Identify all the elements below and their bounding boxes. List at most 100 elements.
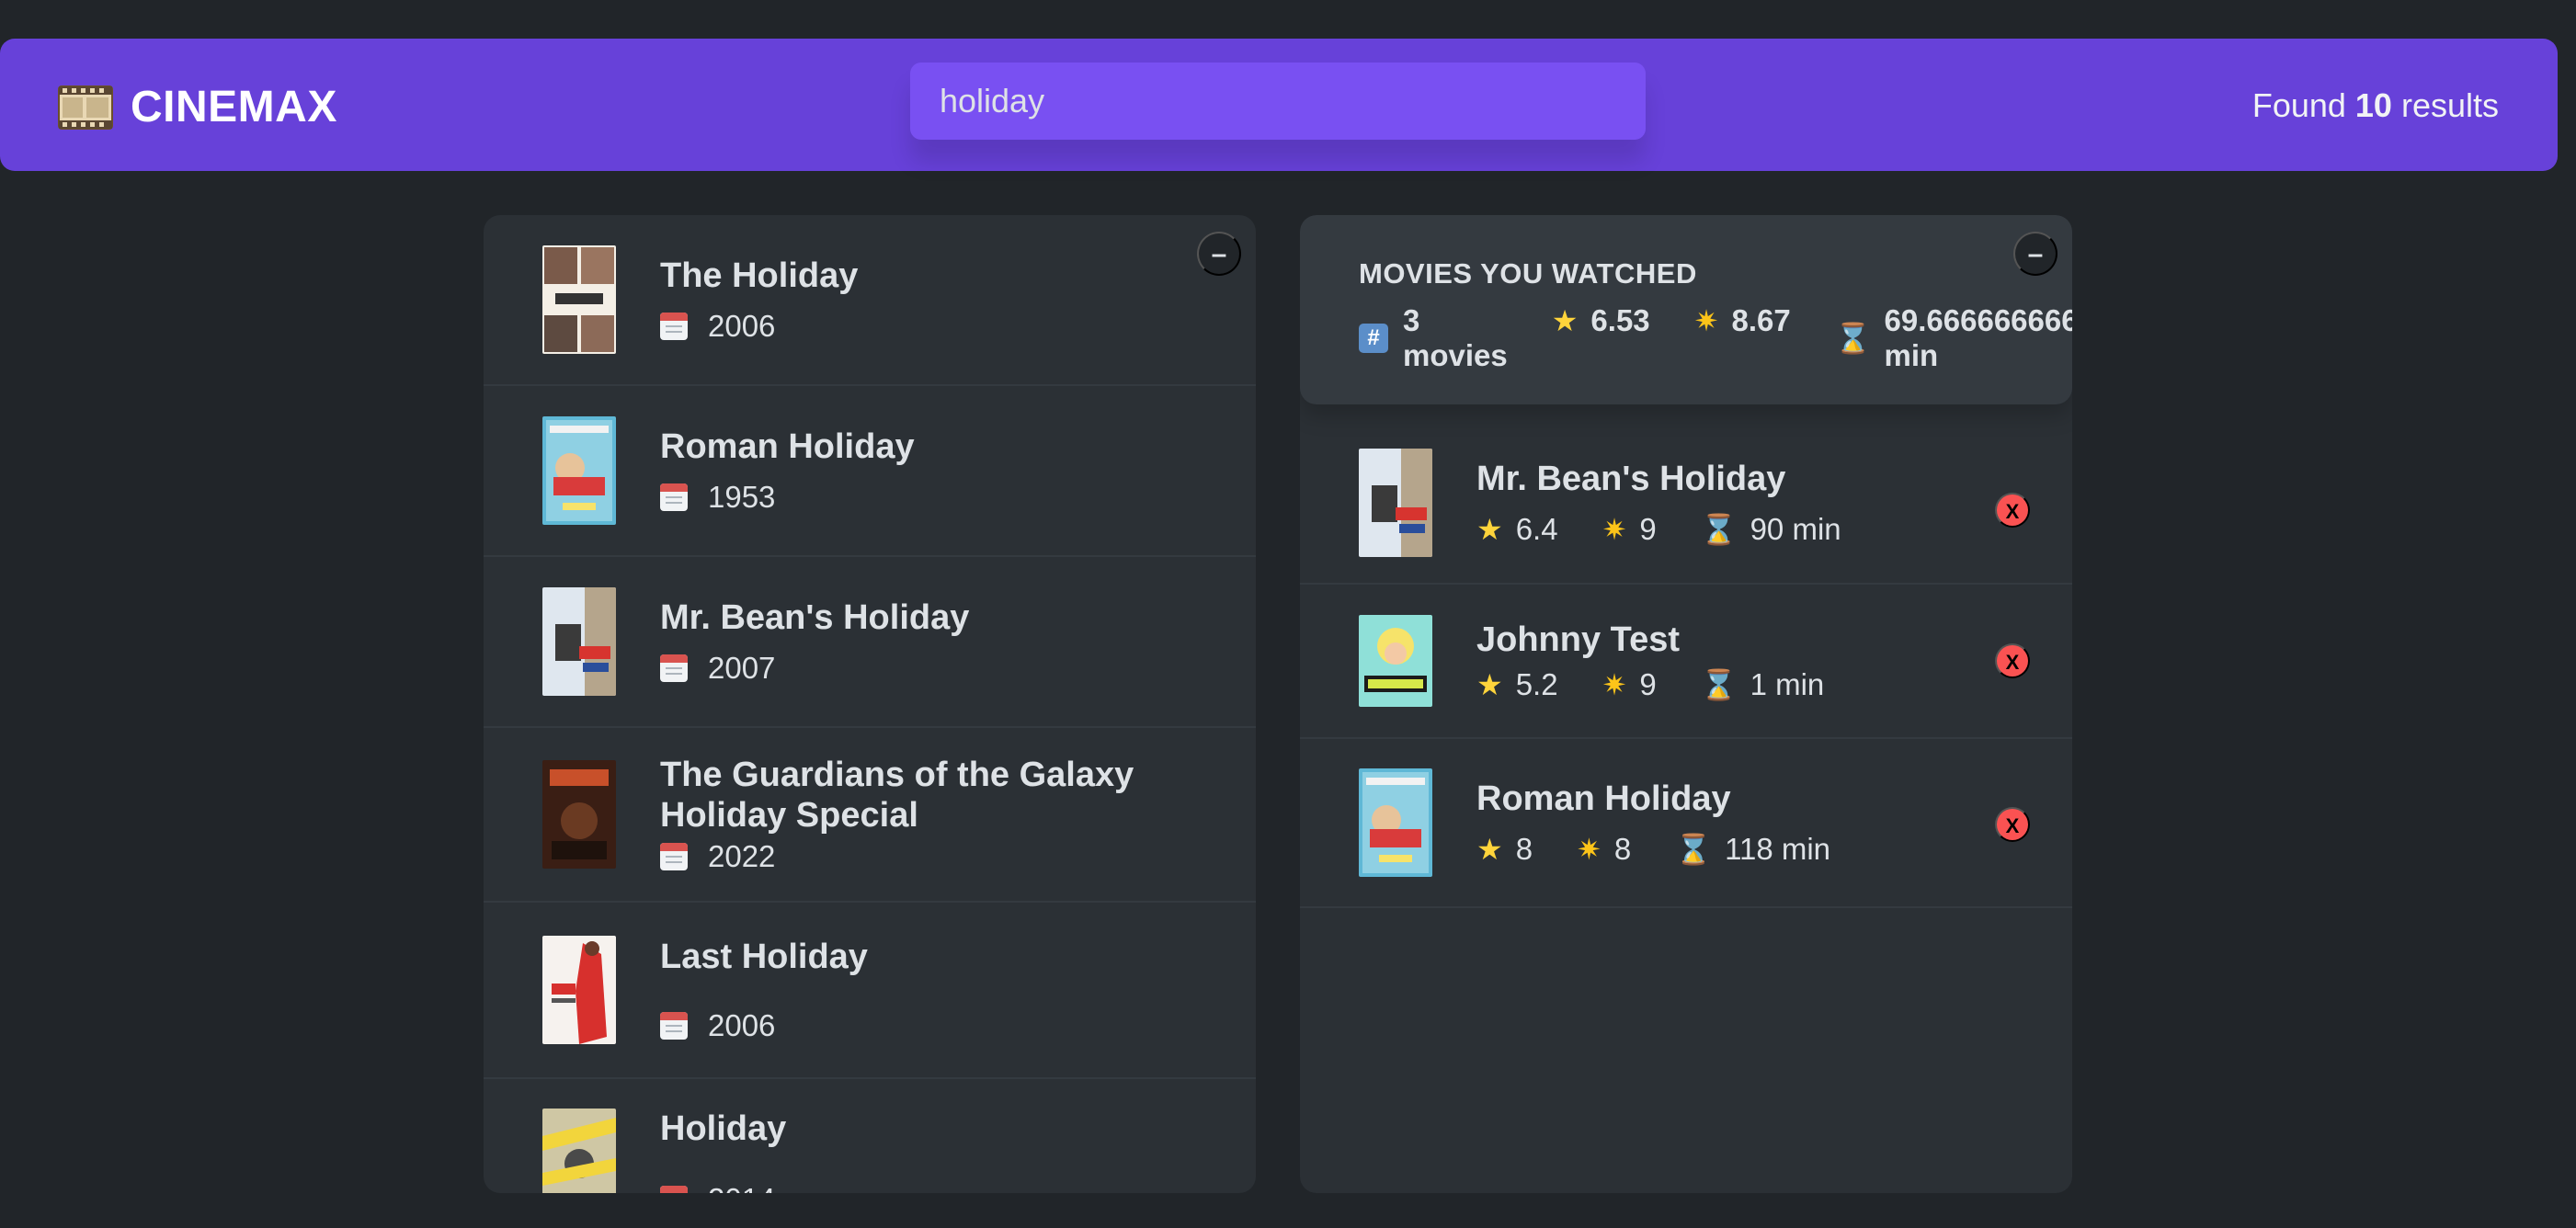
movie-poster bbox=[542, 587, 616, 696]
star-icon: ★ bbox=[1551, 304, 1579, 337]
list-item[interactable]: Holiday 2014 bbox=[484, 1079, 1256, 1193]
runtime: 118 min bbox=[1725, 832, 1831, 866]
movie-meta: 2022 bbox=[660, 839, 1197, 874]
search-results-box: – The Holiday 2006 Roman Holiday 1953 Mr… bbox=[484, 215, 1256, 1193]
movie-meta: 2006 bbox=[660, 309, 858, 344]
calendar-icon bbox=[660, 1186, 688, 1193]
results-suffix: results bbox=[2391, 86, 2499, 124]
user-rating: 8 bbox=[1613, 832, 1632, 866]
delete-watched-button[interactable]: X bbox=[1995, 643, 2030, 678]
imdb-rating: 8 bbox=[1515, 832, 1533, 866]
summary-avg-runtime-value: 69.66666666666667 bbox=[1884, 303, 2072, 337]
movie-title: Roman Holiday bbox=[660, 427, 915, 466]
calendar-icon bbox=[660, 654, 688, 682]
movie-meta: ★ 5.2 ✷ 9 ⌛ 1 min bbox=[1476, 667, 1868, 702]
list-item[interactable]: The Holiday 2006 bbox=[484, 215, 1256, 386]
nav-bar: CINEMAX Found 10 results bbox=[0, 39, 2558, 171]
star-icon: ★ bbox=[1476, 513, 1503, 546]
collapse-watched-button[interactable]: – bbox=[2013, 232, 2057, 276]
movie-title: Last Holiday bbox=[660, 938, 868, 976]
list-item[interactable]: Last Holiday 2006 bbox=[484, 903, 1256, 1079]
hourglass-icon: ⌛ bbox=[1700, 668, 1738, 701]
movie-poster bbox=[542, 416, 616, 525]
hourglass-icon: ⌛ bbox=[1834, 322, 1872, 355]
movie-poster bbox=[542, 1109, 616, 1193]
summary-runtime-unit: min bbox=[1884, 338, 1939, 372]
watched-item: Johnny Test ★ 5.2 ✷ 9 ⌛ 1 min X bbox=[1300, 585, 2072, 739]
watched-list: Mr. Bean's Holiday ★ 6.4 ✷ 9 ⌛ 90 min X Joh… bbox=[1300, 404, 2072, 908]
movie-poster bbox=[1359, 615, 1432, 707]
summary-heading: Movies you watched bbox=[1359, 257, 1697, 290]
film-reel-icon bbox=[55, 79, 116, 134]
movie-poster bbox=[1359, 449, 1432, 557]
summary-count: # 3 movies bbox=[1359, 303, 1508, 373]
star-icon: ★ bbox=[1476, 833, 1503, 866]
movie-meta: 2007 bbox=[660, 651, 969, 686]
glowing-star-icon: ✷ bbox=[1577, 833, 1601, 866]
movie-meta: 1953 bbox=[660, 480, 915, 515]
results-number: 10 bbox=[2354, 86, 2392, 124]
glowing-star-icon: ✷ bbox=[1601, 513, 1627, 546]
hash-icon: # bbox=[1359, 324, 1388, 353]
list-item[interactable]: Mr. Bean's Holiday 2007 bbox=[484, 557, 1256, 728]
movie-title: Roman Holiday bbox=[1476, 779, 1731, 818]
list-item[interactable]: Roman Holiday 1953 bbox=[484, 386, 1256, 557]
watched-summary: Movies you watched # 3 movies ★ 6.53 ✷ 8.… bbox=[1300, 215, 2072, 404]
calendar-icon bbox=[660, 313, 688, 340]
movie-year: 2006 bbox=[708, 1008, 776, 1042]
app-name: CINEMAX bbox=[131, 82, 337, 131]
movie-info: Mr. Bean's Holiday ★ 6.4 ✷ 9 ⌛ 90 min bbox=[1476, 459, 1886, 547]
imdb-rating: 5.2 bbox=[1515, 667, 1558, 701]
movie-meta: 2014 bbox=[660, 1182, 786, 1193]
movie-info: Roman Holiday ★ 8 ✷ 8 ⌛ 118 min bbox=[1476, 779, 1875, 867]
movie-title: Johnny Test bbox=[1476, 620, 1680, 659]
summary-avg-user-value: 8.67 bbox=[1731, 303, 1791, 337]
movie-info: Holiday 2014 bbox=[660, 1109, 786, 1193]
glowing-star-icon: ✷ bbox=[1693, 304, 1719, 337]
movie-title: Mr. Bean's Holiday bbox=[1476, 460, 1786, 498]
movie-info: Mr. Bean's Holiday 2007 bbox=[660, 597, 969, 686]
movie-title: Mr. Bean's Holiday bbox=[660, 598, 970, 637]
movie-info: The Holiday 2006 bbox=[660, 256, 858, 344]
movie-title: Holiday bbox=[660, 1109, 787, 1148]
collapse-results-button[interactable]: – bbox=[1197, 232, 1241, 276]
movie-poster bbox=[542, 245, 616, 354]
delete-watched-button[interactable]: X bbox=[1995, 807, 2030, 842]
summary-count-value: 3 bbox=[1403, 303, 1420, 337]
imdb-rating: 6.4 bbox=[1515, 512, 1558, 546]
movie-poster bbox=[542, 760, 616, 869]
movie-poster bbox=[1359, 768, 1432, 877]
user-rating: 9 bbox=[1639, 512, 1657, 546]
watched-item: Roman Holiday ★ 8 ✷ 8 ⌛ 118 min X bbox=[1300, 739, 2072, 908]
summary-avg-user: ✷ 8.67 bbox=[1694, 303, 1791, 338]
movie-info: Roman Holiday 1953 bbox=[660, 426, 915, 515]
summary-avg-imdb-value: 6.53 bbox=[1590, 303, 1650, 337]
runtime: 1 min bbox=[1750, 667, 1825, 701]
list-item[interactable]: The Guardians of the Galaxy Holiday Spec… bbox=[484, 728, 1256, 903]
runtime: 90 min bbox=[1750, 512, 1841, 546]
hourglass-icon: ⌛ bbox=[1700, 513, 1738, 546]
movie-meta: ★ 8 ✷ 8 ⌛ 118 min bbox=[1476, 832, 1875, 867]
movie-year: 2014 bbox=[708, 1182, 775, 1193]
user-rating: 9 bbox=[1639, 667, 1657, 701]
hourglass-icon: ⌛ bbox=[1675, 833, 1713, 866]
results-prefix: Found bbox=[2251, 86, 2355, 124]
movie-year: 2006 bbox=[708, 309, 776, 343]
summary-stats: # 3movies ★ 6.53 ✷ 8.67 ⌛ 69.66666666666… bbox=[1359, 303, 2072, 373]
watched-item: Mr. Bean's Holiday ★ 6.4 ✷ 9 ⌛ 90 min X bbox=[1300, 404, 2072, 585]
summary-count-unit: movies bbox=[1403, 338, 1508, 372]
search-input[interactable] bbox=[910, 63, 1646, 140]
calendar-icon bbox=[660, 483, 688, 511]
delete-watched-button[interactable]: X bbox=[1995, 493, 2030, 528]
glowing-star-icon: ✷ bbox=[1601, 668, 1627, 701]
movie-meta: ★ 6.4 ✷ 9 ⌛ 90 min bbox=[1476, 512, 1886, 547]
movie-info: Johnny Test ★ 5.2 ✷ 9 ⌛ 1 min bbox=[1476, 620, 1868, 702]
summary-avg-imdb: ★ 6.53 bbox=[1552, 303, 1650, 338]
logo: CINEMAX bbox=[55, 79, 337, 134]
movie-poster bbox=[542, 936, 616, 1044]
watched-box: – Movies you watched # 3 movies ★ 6.53 ✷ … bbox=[1300, 215, 2072, 1193]
movie-info: Last Holiday 2006 bbox=[660, 937, 868, 1043]
movie-info: The Guardians of the Galaxy Holiday Spec… bbox=[660, 755, 1197, 874]
movie-year: 1953 bbox=[708, 480, 776, 514]
calendar-icon bbox=[660, 843, 688, 870]
